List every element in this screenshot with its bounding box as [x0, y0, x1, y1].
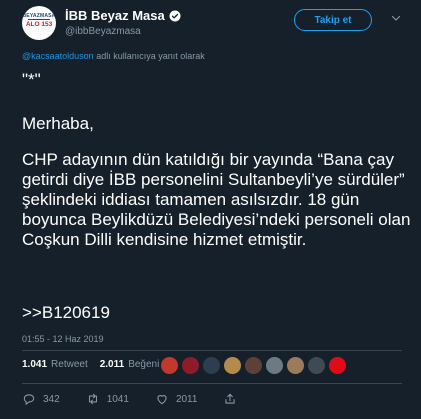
tweet-line-quote: "*" — [22, 70, 41, 89]
liker-avatar[interactable] — [160, 356, 179, 375]
reply-mention-link[interactable]: @kacsaatolduson — [22, 51, 94, 61]
reply-context-text: adlı kullanıcıya yanıt olarak — [93, 51, 205, 61]
retweet-icon — [88, 393, 97, 405]
divider — [22, 383, 402, 384]
reply-icon — [23, 394, 35, 405]
follow-button[interactable]: Takip et — [294, 9, 372, 31]
liker-avatar[interactable] — [286, 356, 305, 375]
heart-icon — [157, 395, 167, 405]
liker-avatar[interactable] — [307, 356, 326, 375]
like-action-count: 2011 — [175, 393, 198, 405]
avatar-text-bottom: ALO 153 — [25, 21, 53, 28]
author-name-row: İBB Beyaz Masa — [65, 8, 181, 23]
retweet-count-label: Retweet — [51, 359, 88, 370]
tweet-line-body: CHP adayının dün katıldığı bir yayında “… — [22, 150, 411, 249]
reply-button[interactable]: 342 — [22, 392, 60, 406]
retweet-button[interactable]: 1041 — [86, 392, 129, 406]
retweet-count[interactable]: 1.041 — [22, 359, 47, 370]
liker-avatar[interactable] — [223, 356, 242, 375]
retweet-action-count: 1041 — [106, 393, 129, 405]
divider — [22, 350, 402, 351]
tweet-line-reference: >>B120619 — [22, 303, 110, 322]
liker-avatars — [160, 356, 347, 375]
like-button[interactable]: 2011 — [155, 392, 198, 406]
like-count[interactable]: 2.011 — [100, 359, 124, 370]
liker-avatar[interactable] — [202, 356, 221, 375]
like-count-label: Beğeni — [128, 359, 160, 370]
avatar[interactable]: BEYAZMASA ALO 153 — [22, 6, 56, 40]
avatar-divider — [28, 19, 50, 20]
liker-avatar[interactable] — [181, 356, 200, 375]
reply-context: @kacsaatolduson adlı kullanıcıya yanıt o… — [22, 51, 205, 61]
tweet-card: BEYAZMASA ALO 153 İBB Beyaz Masa @ibbBey… — [0, 0, 421, 419]
liker-avatar[interactable] — [244, 356, 263, 375]
share-button[interactable] — [223, 392, 237, 406]
verified-badge-icon — [169, 10, 181, 21]
chevron-down-icon[interactable] — [390, 12, 402, 24]
tweet-stats: 1.041 Retweet 2.011 Beğeni — [22, 359, 167, 370]
reply-count: 342 — [43, 393, 60, 405]
liker-avatar[interactable] — [328, 356, 347, 375]
author-handle[interactable]: @ibbBeyazmasa — [65, 26, 141, 37]
tweet-line-greeting: Merhaba, — [22, 114, 94, 133]
share-icon — [225, 393, 236, 404]
tweet-actions: 342 1041 2011 — [22, 392, 263, 406]
tweet-timestamp[interactable]: 01:55 - 12 Haz 2019 — [22, 334, 104, 344]
liker-avatar[interactable] — [265, 356, 284, 375]
author-name[interactable]: İBB Beyaz Masa — [65, 8, 165, 23]
